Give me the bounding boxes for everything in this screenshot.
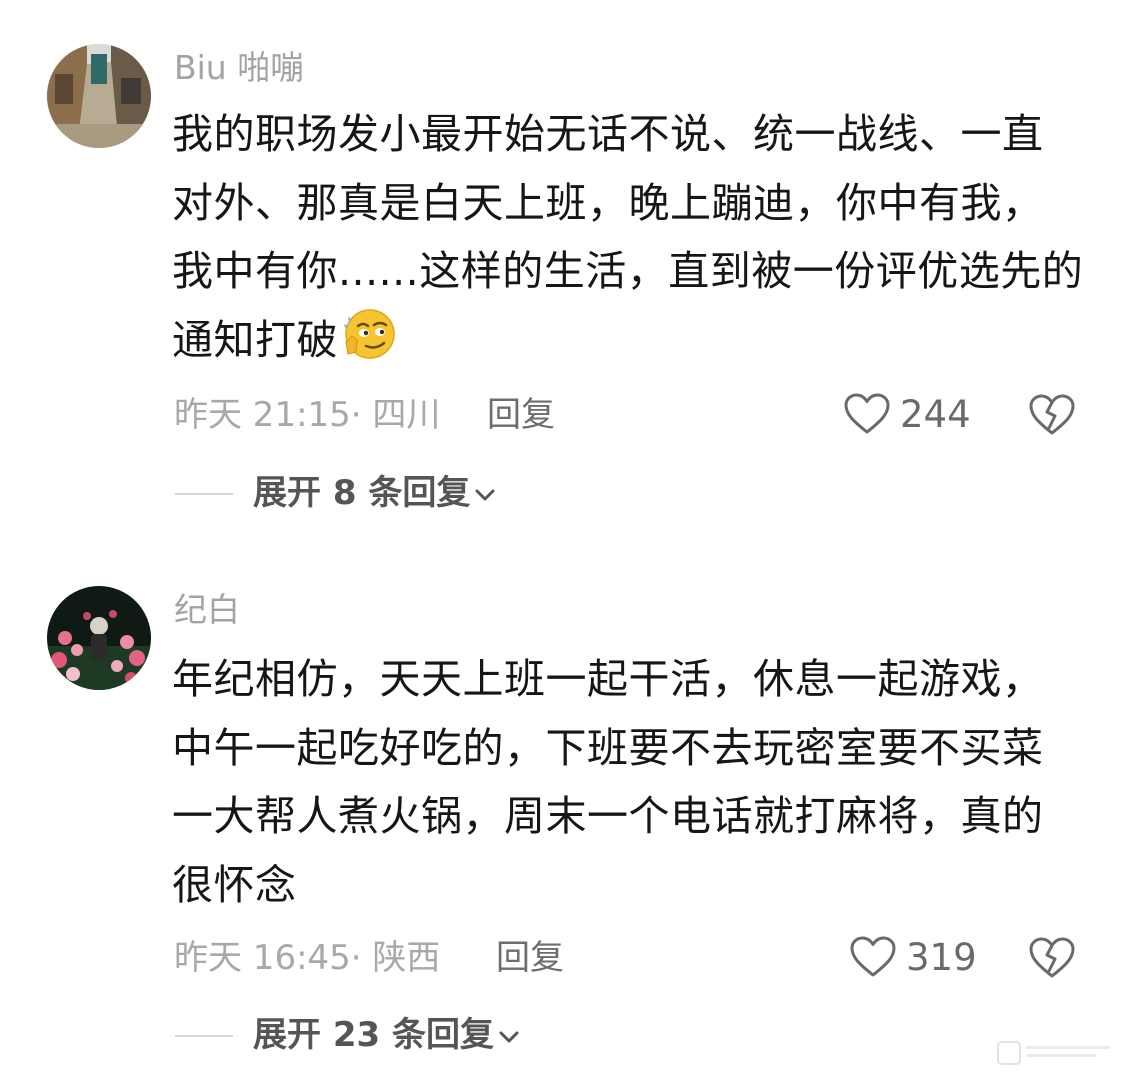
comment-meta: 昨天 16:45· 陕西 回复 319	[0, 933, 1127, 983]
chevron-down-icon	[499, 1031, 519, 1042]
comment-line: 中午一起吃好吃的，下班要不去玩密室要不买菜	[172, 723, 1044, 772]
expand-replies: 展开 23 条回复	[0, 1010, 1127, 1060]
comment-line: 很怀念	[172, 860, 297, 909]
divider	[175, 493, 233, 495]
username[interactable]: Biu 啪嘣	[174, 48, 303, 88]
avatar[interactable]	[47, 586, 151, 690]
comment-meta: 昨天 21:15· 四川 回复 244	[0, 390, 1127, 440]
comment-line: 通知打破	[172, 315, 338, 364]
like-count: 319	[906, 936, 977, 979]
avatar[interactable]	[47, 44, 151, 148]
comment-line: 年纪相仿，天天上班一起干活，休息一起游戏，	[172, 655, 1044, 703]
comment-text: 我的职场发小最开始无话不说、统一战线、一直 对外、那真是白天上班，晚上蹦迪，你中…	[172, 100, 1087, 374]
time-location: 昨天 16:45· 陕西	[174, 938, 441, 978]
expand-replies-button[interactable]: 展开 23 条回复	[253, 1010, 520, 1060]
comment-line: 我的职场发小最开始无话不说、统一战线、一直	[172, 110, 1044, 158]
comment-line: 对外、那真是白天上班，晚上蹦迪，你中有我，	[172, 178, 1044, 227]
expand-replies-label: 展开 23 条回复	[253, 1015, 494, 1055]
comment-line: 我中有你......这样的生活，直到被一份评优选先的	[172, 247, 1084, 295]
divider	[175, 1035, 233, 1037]
avatar-night-flowers-photo-icon	[47, 586, 151, 690]
dislike-broken-heart-icon[interactable]	[1029, 394, 1075, 436]
comment-line: 一大帮人煮火锅，周末一个电话就打麻将，真的	[172, 792, 1044, 840]
heart-icon	[844, 393, 890, 434]
heart-icon	[850, 936, 896, 977]
expand-replies-button[interactable]: 展开 8 条回复	[253, 468, 496, 518]
like-count: 244	[900, 393, 971, 436]
comment-line-last: 通知打破	[172, 306, 1087, 375]
reply-button[interactable]: 回复	[496, 933, 564, 983]
username[interactable]: 纪白	[174, 590, 240, 630]
expand-replies: 展开 8 条回复	[0, 468, 1127, 518]
avatar-alley-photo-icon	[47, 44, 151, 148]
dislike-broken-heart-icon[interactable]	[1029, 937, 1075, 979]
thinking-smirk-emoji-icon	[344, 308, 395, 359]
chevron-down-icon	[475, 489, 495, 500]
time-location: 昨天 21:15· 四川	[174, 395, 441, 435]
watermark-logo-icon	[997, 1041, 1110, 1065]
reply-button[interactable]: 回复	[487, 390, 555, 440]
comment-text: 年纪相仿，天天上班一起干活，休息一起游戏， 中午一起吃好吃的，下班要不去玩密室要…	[172, 645, 1087, 919]
expand-replies-label: 展开 8 条回复	[253, 473, 471, 513]
